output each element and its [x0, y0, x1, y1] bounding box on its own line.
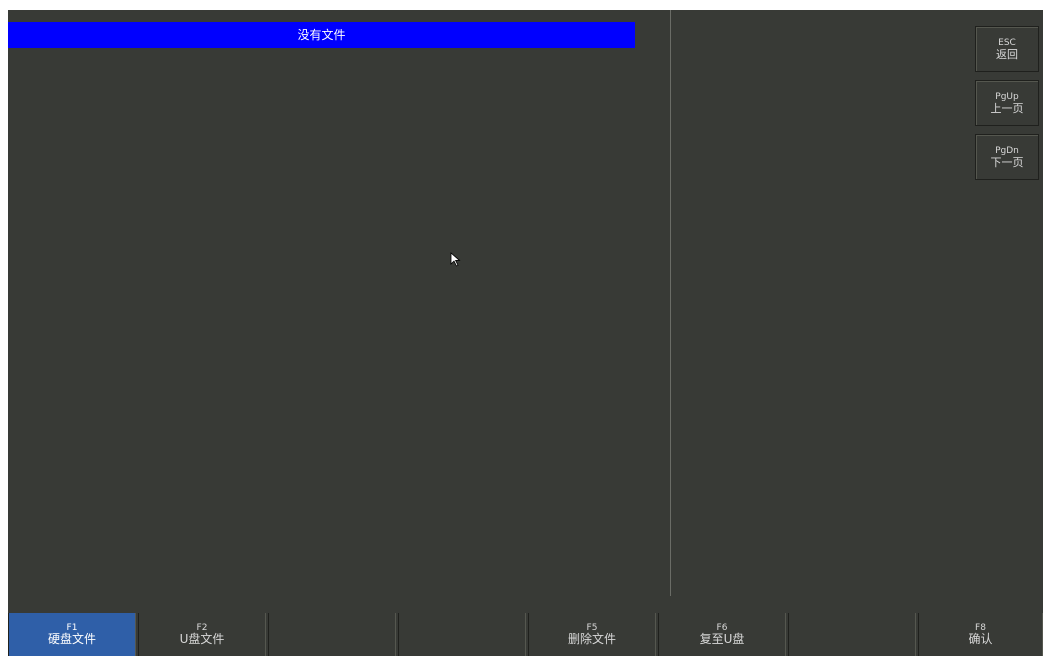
- f8-confirm-button[interactable]: F8 确认: [918, 613, 1043, 656]
- f1-hard-disk-files-button[interactable]: F1 硬盘文件: [8, 613, 136, 656]
- page-down-button[interactable]: PgDn 下一页: [975, 134, 1039, 180]
- pgup-key-label: PgUp: [995, 91, 1019, 102]
- page-up-label: 上一页: [990, 101, 1024, 115]
- screen: 没有文件 ESC 返回 PgUp 上一页 PgDn 下一页 F1 硬盘文件 F2…: [0, 0, 1043, 656]
- f2-label: U盘文件: [179, 632, 225, 646]
- mouse-pointer-icon: [450, 252, 461, 267]
- file-list-pane[interactable]: 没有文件: [8, 10, 670, 613]
- esc-back-button[interactable]: ESC 返回: [975, 26, 1039, 72]
- pgdn-key-label: PgDn: [995, 145, 1019, 156]
- f5-label: 删除文件: [567, 632, 616, 646]
- f6-copy-to-usb-button[interactable]: F6 复至U盘: [658, 613, 786, 656]
- main-panel: 没有文件 ESC 返回 PgUp 上一页 PgDn 下一页: [8, 10, 1043, 613]
- page-up-button[interactable]: PgUp 上一页: [975, 80, 1039, 126]
- f7-empty-button[interactable]: [788, 613, 916, 656]
- f4-empty-button[interactable]: [398, 613, 526, 656]
- f1-label: 硬盘文件: [47, 632, 96, 646]
- f3-empty-button[interactable]: [268, 613, 396, 656]
- side-pane: ESC 返回 PgUp 上一页 PgDn 下一页: [671, 10, 1043, 613]
- function-key-bar: F1 硬盘文件 F2 U盘文件 F5 删除文件 F6 复至U盘 F8 确认: [8, 613, 1043, 656]
- f5-delete-file-button[interactable]: F5 删除文件: [528, 613, 656, 656]
- no-files-banner: 没有文件: [8, 22, 635, 48]
- back-label: 返回: [996, 47, 1018, 61]
- f2-usb-files-button[interactable]: F2 U盘文件: [138, 613, 266, 656]
- page-down-label: 下一页: [990, 155, 1024, 169]
- esc-key-label: ESC: [998, 37, 1016, 48]
- f6-label: 复至U盘: [699, 632, 745, 646]
- f8-label: 确认: [968, 632, 993, 646]
